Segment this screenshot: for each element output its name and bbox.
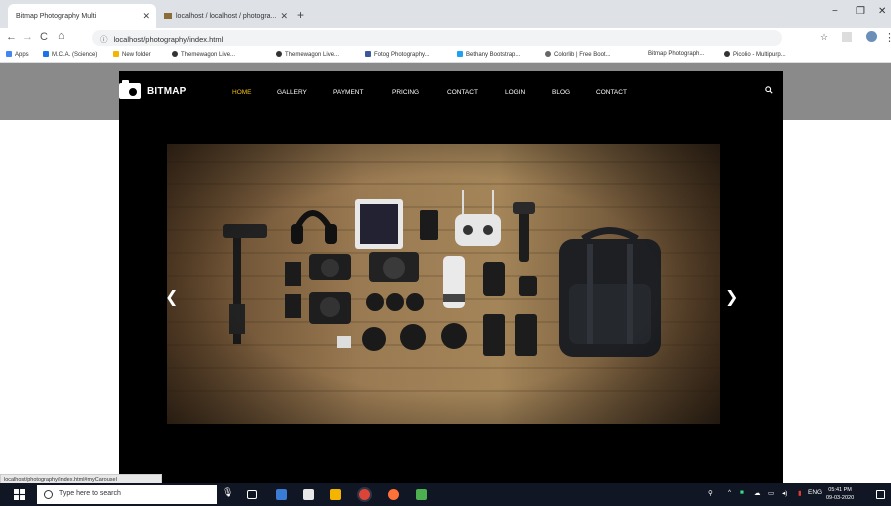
windows-taskbar: Type here to search 🎙 ⚲ ^ ■ ☁ ▭ ◂) ▮ ENG… xyxy=(0,483,891,506)
bookmark-picolio[interactable]: Picolio - Multipurp... xyxy=(724,51,786,58)
tab-bar: Bitmap Photography Multi ✕ localhost / l… xyxy=(0,0,891,28)
minimize-button[interactable]: − xyxy=(832,6,838,17)
new-tab-button[interactable]: + xyxy=(297,8,304,22)
clock-time: 05:41 PM xyxy=(828,487,852,493)
nav-home[interactable]: HOME xyxy=(232,89,252,96)
bookmark-icon xyxy=(545,51,551,57)
site-container: BITMAP HOME GALLERY PAYMENT PRICING CONT… xyxy=(119,71,783,483)
clock-date: 09-03-2020 xyxy=(826,495,855,501)
brand-name: BITMAP xyxy=(147,85,187,97)
nav-payment[interactable]: PAYMENT xyxy=(333,89,363,96)
tab-bitmap[interactable]: Bitmap Photography Multi ✕ xyxy=(8,4,156,28)
close-tab-icon[interactable]: ✕ xyxy=(280,11,288,22)
task-view-icon[interactable] xyxy=(247,490,257,499)
extension-icon[interactable] xyxy=(842,32,852,42)
camera-icon xyxy=(119,80,141,99)
cortana-icon xyxy=(44,490,53,499)
bookmark-icon xyxy=(724,51,730,57)
chrome-icon[interactable] xyxy=(359,489,370,500)
network-icon[interactable]: ▭ xyxy=(768,489,774,497)
battery-icon[interactable]: ▮ xyxy=(798,489,802,497)
maximize-button[interactable]: ❐ xyxy=(856,6,865,17)
apps-grid-icon xyxy=(6,51,12,57)
nav-blog[interactable]: BLOG xyxy=(552,89,570,96)
reload-icon[interactable]: C xyxy=(40,31,48,43)
nav-contact[interactable]: CONTACT xyxy=(447,89,478,96)
url-text: localhost/photography/index.html xyxy=(113,35,224,44)
bookmark-bethany[interactable]: Bethany Bootstrap... xyxy=(457,51,520,58)
bookmark-icon xyxy=(43,51,49,57)
cloud-icon[interactable]: ☁ xyxy=(754,489,761,497)
bookmark-mca[interactable]: M.C.A. (Science) xyxy=(43,51,97,58)
nav-pricing[interactable]: PRICING xyxy=(392,89,419,96)
bookmark-themewagon-1[interactable]: Themewagon Live... xyxy=(172,51,235,58)
search-icon[interactable] xyxy=(765,86,773,94)
tab-label: Bitmap Photography Multi xyxy=(16,12,97,20)
bookmark-new-folder[interactable]: New folder xyxy=(113,51,151,58)
tab-label: localhost / localhost / photogra... xyxy=(176,12,277,20)
back-icon[interactable]: ← xyxy=(6,31,17,43)
carousel-slide-image xyxy=(167,144,720,424)
nav-gallery[interactable]: GALLERY xyxy=(277,89,307,96)
bookmark-apps[interactable]: Apps xyxy=(6,51,29,58)
profile-avatar[interactable] xyxy=(866,31,877,42)
bookmark-icon xyxy=(457,51,463,57)
volume-icon[interactable]: ◂) xyxy=(782,489,787,497)
folder-icon xyxy=(113,51,119,57)
app-icon-store[interactable] xyxy=(303,489,314,500)
search-placeholder: Type here to search xyxy=(59,490,121,497)
app-icon-files[interactable] xyxy=(330,489,341,500)
info-icon[interactable]: ⓘ xyxy=(100,35,108,44)
site-logo[interactable]: BITMAP xyxy=(119,80,187,99)
bookmark-colorlib[interactable]: Colorlib | Free Boot... xyxy=(545,51,611,58)
language-indicator[interactable]: ENG xyxy=(808,489,822,496)
app-icon-green[interactable] xyxy=(416,489,427,500)
bookmark-fotog[interactable]: Fotog Photography... xyxy=(365,51,430,58)
carousel-prev-button[interactable]: ❮ xyxy=(165,287,178,306)
browser-toolbar: ← → C ⌂ ⓘ localhost/photography/index.ht… xyxy=(0,28,891,48)
folder-icon xyxy=(164,13,172,19)
app-icon-explorer[interactable] xyxy=(276,489,287,500)
carousel-next-button[interactable]: ❯ xyxy=(725,287,738,306)
bookmark-bitmap[interactable]: Bitmap Photograph... xyxy=(648,51,704,57)
windows-start-icon[interactable] xyxy=(14,489,25,500)
taskbar-search-input[interactable]: Type here to search xyxy=(37,485,217,504)
star-icon[interactable]: ☆ xyxy=(820,32,828,43)
home-icon[interactable]: ⌂ xyxy=(58,30,65,42)
tray-chevron-icon[interactable]: ^ xyxy=(728,489,731,496)
microphone-icon[interactable]: 🎙 xyxy=(222,488,233,499)
menu-kebab-icon[interactable]: ⋮ xyxy=(884,31,891,44)
web-page: BITMAP HOME GALLERY PAYMENT PRICING CONT… xyxy=(0,63,891,483)
bookmark-icon xyxy=(276,51,282,57)
address-bar[interactable]: ⓘ localhost/photography/index.html xyxy=(92,30,782,46)
bookmark-themewagon-2[interactable]: Themewagon Live... xyxy=(276,51,339,58)
bookmark-icon xyxy=(172,51,178,57)
close-tab-icon[interactable]: ✕ xyxy=(142,11,150,22)
tray-app-icon[interactable]: ■ xyxy=(740,489,744,496)
people-icon[interactable]: ⚲ xyxy=(708,489,713,497)
nav-login[interactable]: LOGIN xyxy=(505,89,525,96)
bookmarks-bar: Apps M.C.A. (Science) New folder Themewa… xyxy=(0,48,891,63)
forward-icon[interactable]: → xyxy=(22,31,33,43)
nav-contact-2[interactable]: CONTACT xyxy=(596,89,627,96)
notification-icon[interactable] xyxy=(876,490,885,499)
camera-gear-flatlay-image xyxy=(167,144,720,424)
browser-chrome: Bitmap Photography Multi ✕ localhost / l… xyxy=(0,0,891,63)
system-clock[interactable]: 05:41 PM 09-03-2020 xyxy=(826,486,854,502)
tab-localhost[interactable]: localhost / localhost / photogra... ✕ xyxy=(156,4,294,28)
firefox-icon[interactable] xyxy=(388,489,399,500)
bookmark-icon xyxy=(365,51,371,57)
close-window-button[interactable]: ✕ xyxy=(878,6,886,17)
